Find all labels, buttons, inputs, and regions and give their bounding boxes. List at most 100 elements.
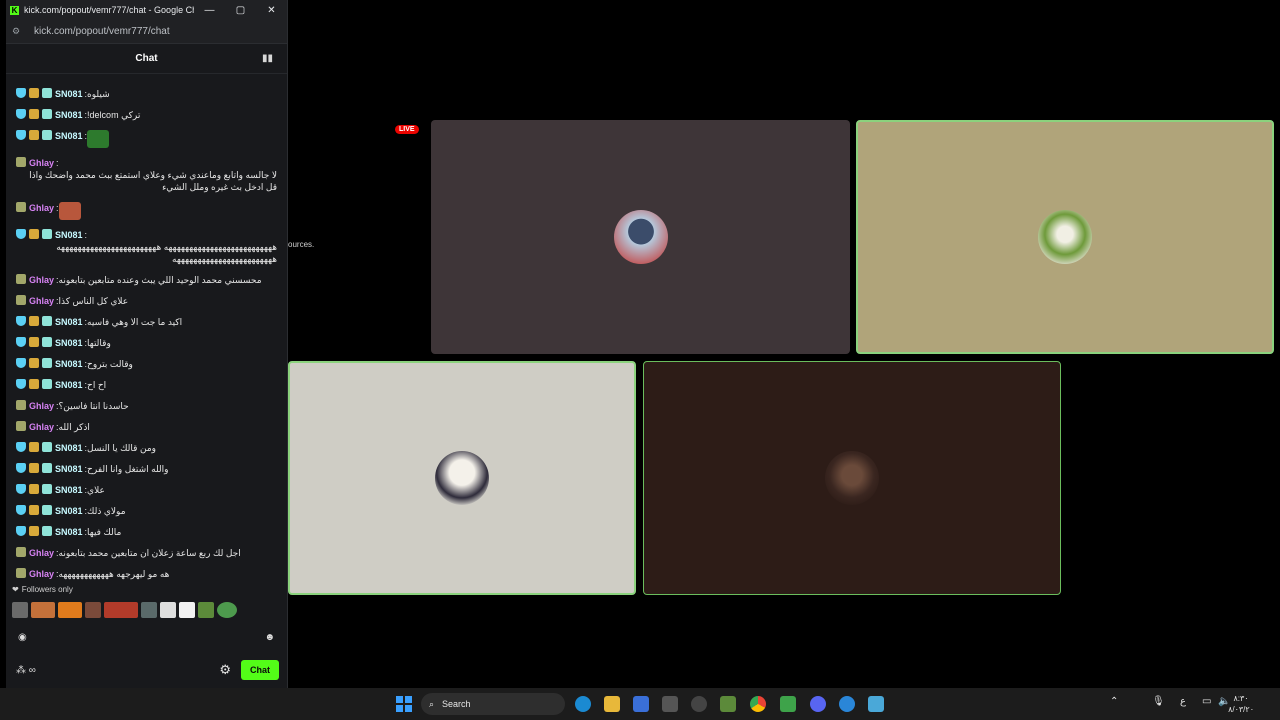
shield-badge-icon[interactable] bbox=[16, 442, 26, 452]
crown-badge-icon[interactable] bbox=[29, 229, 39, 239]
clock[interactable]: ٨:٣٠ ٨/٠٣/٢٠ bbox=[1228, 693, 1254, 715]
shield-badge-icon[interactable] bbox=[16, 526, 26, 536]
gift-badge-icon[interactable] bbox=[42, 229, 52, 239]
steam-icon[interactable] bbox=[691, 696, 707, 712]
shield-badge-icon[interactable] bbox=[16, 88, 26, 98]
app2-icon[interactable] bbox=[839, 696, 855, 712]
chat-username[interactable]: SN081 bbox=[55, 229, 83, 241]
file-explorer-icon[interactable] bbox=[604, 696, 620, 712]
maximize-button[interactable]: ▢ bbox=[225, 5, 256, 16]
shield-badge-icon[interactable] bbox=[16, 505, 26, 515]
gift-badge-icon[interactable] bbox=[42, 316, 52, 326]
window-titlebar[interactable]: K kick.com/popout/vemr777/chat - Google … bbox=[6, 0, 287, 20]
chat-username[interactable]: Ghlay bbox=[29, 274, 54, 286]
shield-badge-icon[interactable] bbox=[16, 484, 26, 494]
subscriber-badge-icon[interactable] bbox=[16, 400, 26, 410]
chat-username[interactable]: Ghlay bbox=[29, 568, 54, 580]
video-tile-2[interactable] bbox=[856, 120, 1274, 354]
subscriber-badge-icon[interactable] bbox=[16, 568, 26, 578]
chat-username[interactable]: SN081 bbox=[55, 505, 83, 517]
chat-username[interactable]: Ghlay bbox=[29, 157, 54, 169]
chat-username[interactable]: SN081 bbox=[55, 337, 83, 349]
settings-gear-icon[interactable]: ⚙ bbox=[219, 662, 231, 678]
gift-badge-icon[interactable] bbox=[42, 358, 52, 368]
chrome-icon[interactable] bbox=[750, 696, 766, 712]
minimize-button[interactable]: — bbox=[194, 5, 225, 16]
gift-badge-icon[interactable] bbox=[42, 130, 52, 140]
subscriber-badge-icon[interactable] bbox=[16, 157, 26, 167]
chat-username[interactable]: SN081 bbox=[55, 379, 83, 391]
emote-2[interactable] bbox=[31, 602, 55, 618]
shield-badge-icon[interactable] bbox=[16, 379, 26, 389]
app3-icon[interactable] bbox=[868, 696, 884, 712]
chat-username[interactable]: Ghlay bbox=[29, 295, 54, 307]
tray-chevron-icon[interactable]: ⌃ bbox=[1110, 696, 1118, 707]
site-info-icon[interactable]: ⚙ bbox=[12, 26, 24, 37]
chat-username[interactable]: SN081 bbox=[55, 88, 83, 100]
subscriber-badge-icon[interactable] bbox=[16, 202, 26, 212]
shield-badge-icon[interactable] bbox=[16, 130, 26, 140]
gift-badge-icon[interactable] bbox=[42, 484, 52, 494]
crown-badge-icon[interactable] bbox=[29, 484, 39, 494]
crown-badge-icon[interactable] bbox=[29, 109, 39, 119]
emote-9[interactable] bbox=[198, 602, 214, 618]
chat-username[interactable]: SN081 bbox=[55, 358, 83, 370]
video-tile-3[interactable] bbox=[288, 361, 636, 595]
store-icon[interactable] bbox=[633, 696, 649, 712]
gift-badge-icon[interactable] bbox=[42, 442, 52, 452]
gift-badge-icon[interactable] bbox=[42, 337, 52, 347]
chat-username[interactable]: SN081 bbox=[55, 109, 83, 121]
record-icon[interactable]: ◉ bbox=[18, 632, 27, 643]
chat-username[interactable]: SN081 bbox=[55, 442, 83, 454]
points-display[interactable]: ⁂ ∞ bbox=[16, 665, 219, 676]
taskbar-search[interactable]: ⌕ Search bbox=[421, 693, 565, 715]
chat-username[interactable]: SN081 bbox=[55, 316, 83, 328]
network-icon[interactable]: ▭ bbox=[1202, 696, 1211, 707]
crown-badge-icon[interactable] bbox=[29, 505, 39, 515]
shield-badge-icon[interactable] bbox=[16, 463, 26, 473]
crown-badge-icon[interactable] bbox=[29, 463, 39, 473]
emoji-icon[interactable]: ☻ bbox=[264, 632, 275, 643]
crown-badge-icon[interactable] bbox=[29, 526, 39, 536]
chatters-icon[interactable]: ▮▮ bbox=[262, 53, 273, 64]
chat-input[interactable]: ◉ ☻ bbox=[6, 622, 287, 652]
app-icon[interactable] bbox=[662, 696, 678, 712]
emote-5[interactable] bbox=[104, 602, 138, 618]
crown-badge-icon[interactable] bbox=[29, 442, 39, 452]
chat-username[interactable]: Ghlay bbox=[29, 421, 54, 433]
subscriber-badge-icon[interactable] bbox=[16, 274, 26, 284]
chat-username[interactable]: SN081 bbox=[55, 484, 83, 496]
video-tile-1[interactable] bbox=[431, 120, 850, 354]
discord-icon[interactable] bbox=[810, 696, 826, 712]
shield-badge-icon[interactable] bbox=[16, 229, 26, 239]
chat-username[interactable]: Ghlay bbox=[29, 547, 54, 559]
windows-start-icon[interactable] bbox=[396, 696, 412, 712]
shield-badge-icon[interactable] bbox=[16, 109, 26, 119]
mic-icon[interactable]: 🎙 bbox=[1152, 696, 1165, 707]
crown-badge-icon[interactable] bbox=[29, 358, 39, 368]
crown-badge-icon[interactable] bbox=[29, 337, 39, 347]
language-icon[interactable]: ع bbox=[1180, 696, 1186, 707]
gift-badge-icon[interactable] bbox=[42, 505, 52, 515]
send-chat-button[interactable]: Chat bbox=[241, 660, 279, 680]
subscriber-badge-icon[interactable] bbox=[16, 295, 26, 305]
emote-8[interactable] bbox=[179, 602, 195, 618]
chat-username[interactable]: SN081 bbox=[55, 526, 83, 538]
emote-7[interactable] bbox=[160, 602, 176, 618]
chat-emote[interactable] bbox=[58, 202, 81, 220]
chat-username[interactable]: Ghlay bbox=[29, 400, 54, 412]
chat-username[interactable]: Ghlay bbox=[29, 202, 54, 214]
chat-emote[interactable] bbox=[87, 130, 110, 148]
gift-badge-icon[interactable] bbox=[42, 109, 52, 119]
minecraft-icon[interactable] bbox=[720, 696, 736, 712]
shield-badge-icon[interactable] bbox=[16, 358, 26, 368]
chat-username[interactable]: SN081 bbox=[55, 130, 83, 142]
gift-badge-icon[interactable] bbox=[42, 88, 52, 98]
chat-username[interactable]: SN081 bbox=[55, 463, 83, 475]
emote-4[interactable] bbox=[85, 602, 101, 618]
crown-badge-icon[interactable] bbox=[29, 316, 39, 326]
shield-badge-icon[interactable] bbox=[16, 337, 26, 347]
close-button[interactable]: ✕ bbox=[256, 5, 287, 16]
gift-badge-icon[interactable] bbox=[42, 463, 52, 473]
video-tile-4[interactable] bbox=[643, 361, 1061, 595]
